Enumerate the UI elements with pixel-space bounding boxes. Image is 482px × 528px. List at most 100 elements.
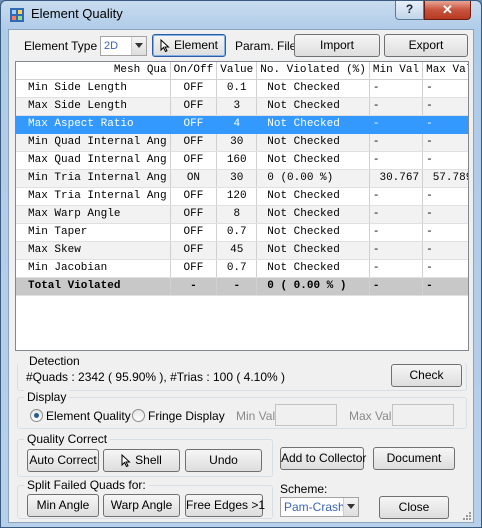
table-cell: 30 [216,133,258,152]
element-button-label: Element [173,38,219,52]
table-cell: - [422,151,468,170]
quality-table[interactable]: Mesh Qua On/Off Value No. Violated (%) Min V… [15,61,469,351]
table-cell: - [369,97,424,116]
table-cell: - [422,277,468,296]
table-cell: - [422,97,468,116]
table-cell: 0.1 [216,79,258,98]
resize-grip-icon[interactable] [461,510,471,520]
chevron-down-icon [131,37,146,55]
table-row[interactable]: Min Side Length OFF 0.1 Not Checked - - [16,79,468,98]
table-cell: 0.7 [216,259,258,278]
column-header[interactable]: On/Off [170,62,218,80]
table-cell: Min Jacobian [16,259,171,278]
column-header[interactable]: Value [216,62,258,80]
check-button[interactable]: Check [391,364,462,387]
cursor-icon [121,454,131,468]
table-cell: OFF [170,187,218,206]
table-cell: - [422,79,468,98]
table-cell: Max Skew [16,241,171,260]
title-bar[interactable]: Element Quality ? ✕ [1,1,481,29]
table-row[interactable]: Total Violated - -0 ( 0.00 % ) - - [16,277,468,296]
table-cell: OFF [170,133,218,152]
quality-grid: Mesh Qua On/Off Value No. Violated (%) Min V… [16,62,468,296]
table-cell: OFF [170,79,218,98]
table-cell: Not Checked [256,187,370,206]
quality-correct-title: Quality Correct [24,432,111,446]
min-angle-button[interactable]: Min Angle [27,494,99,517]
table-cell: Not Checked [256,223,370,242]
table-cell: 160 [216,151,258,170]
shell-button[interactable]: Shell [103,449,180,472]
app-icon [10,8,24,22]
table-cell: 3 [216,97,258,116]
table-row[interactable]: Max Skew OFF 45 Not Checked - - [16,241,468,260]
table-cell: OFF [170,97,218,116]
table-cell: Not Checked [256,115,370,134]
table-row[interactable]: Max Warp Angle OFF 8 Not Checked - - [16,205,468,224]
import-button[interactable]: Import [294,34,380,57]
table-row[interactable]: Min Quad Internal Ang OFF 30 Not Checked - - [16,133,468,152]
close-button[interactable]: Close [379,496,449,519]
window-close-button[interactable]: ✕ [424,1,471,20]
element-type-select[interactable]: 2D [100,36,147,56]
table-row[interactable]: Min Jacobian OFF 0.7 Not Checked - - [16,259,468,278]
table-cell: Max Side Length [16,97,171,116]
window-title: Element Quality [31,6,123,21]
free-edges-button[interactable]: Free Edges >1 [185,494,265,517]
column-header[interactable]: Max Val [422,62,468,80]
export-button[interactable]: Export [384,34,468,57]
table-cell: 0 (0.00 %) [256,169,370,188]
table-cell: 0 ( 0.00 % ) [256,277,370,296]
fringe-display-radio[interactable] [132,409,145,422]
max-val-input[interactable] [392,404,454,426]
table-cell: 45 [216,241,258,260]
document-button[interactable]: Document [373,447,455,470]
dialog-client-area: Element Type 2D Element Param. File: Imp… [8,29,474,523]
table-cell: - [369,133,424,152]
table-row[interactable]: Min Tria Internal Ang ON 30 0 (0.00 %) 30.76… [16,169,468,188]
scheme-label: Scheme: [280,482,328,496]
table-cell: - [422,133,468,152]
element-button[interactable]: Element [152,34,226,57]
table-cell: Min Side Length [16,79,171,98]
table-row[interactable]: Max Quad Internal Ang OFF 160 Not Checked - - [16,151,468,170]
table-cell: - [369,259,424,278]
scheme-select[interactable]: Pam-Crash [280,497,359,517]
display-title: Display [24,390,70,404]
table-cell: Total Violated [16,277,171,296]
table-cell: 4 [216,115,258,134]
fringe-display-radio-label[interactable]: Fringe Display [148,409,225,423]
param-file-label: Param. File: [235,39,300,53]
help-button[interactable]: ? [395,1,424,20]
table-cell: 120 [216,187,258,206]
table-row[interactable]: Max Aspect Ratio OFF 4 Not Checked - - [16,115,468,134]
table-row[interactable]: Max Side Length OFF 3 Not Checked - - [16,97,468,116]
element-type-label: Element Type [24,39,98,53]
column-header[interactable]: Mesh Qua [16,62,171,80]
element-quality-radio-label[interactable]: Element Quality [46,409,131,423]
table-cell: Max Tria Internal Ang [16,187,171,206]
undo-button[interactable]: Undo [185,449,262,472]
add-to-collector-button[interactable]: Add to Collector [280,447,366,470]
warp-angle-button[interactable]: Warp Angle [103,494,180,517]
table-cell: - [369,277,424,296]
table-cell: OFF [170,151,218,170]
column-header[interactable]: Min Val [369,62,424,80]
table-cell: Not Checked [256,205,370,224]
table-cell: ON [170,169,218,188]
min-val-label: Min Val: [236,409,279,423]
table-cell: OFF [170,205,218,224]
table-cell: - [422,241,468,260]
table-cell: Not Checked [256,97,370,116]
min-val-input[interactable] [275,404,337,426]
table-cell: Min Quad Internal Ang [16,133,171,152]
element-quality-radio[interactable] [30,409,43,422]
auto-correct-button[interactable]: Auto Correct [27,449,99,472]
table-cell: Min Taper [16,223,171,242]
max-val-label: Max Val: [349,409,395,423]
dialog-window: Element Quality ? ✕ Element Type 2D Elem… [0,0,482,528]
table-cell: Not Checked [256,133,370,152]
table-row[interactable]: Min Taper OFF 0.7 Not Checked - - [16,223,468,242]
column-header[interactable]: No. Violated (%) [256,62,370,80]
table-row[interactable]: Max Tria Internal Ang OFF 120 Not Checked - - [16,187,468,206]
